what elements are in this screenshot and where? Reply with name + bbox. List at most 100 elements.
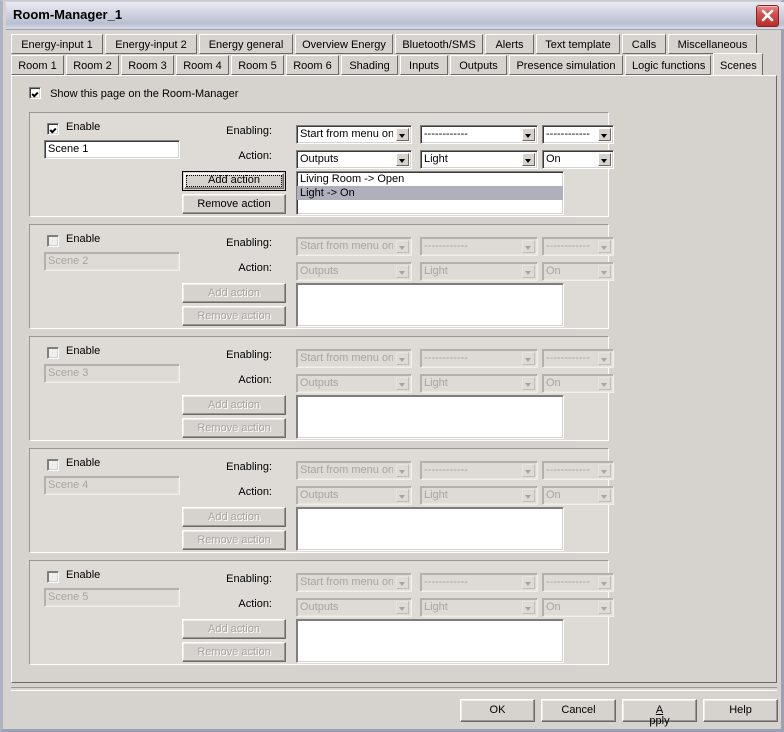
tab-room-2[interactable]: Room 2 xyxy=(66,55,119,75)
enabling-combo-3[interactable]: ------------ xyxy=(542,349,614,368)
scene-enable-checkbox[interactable] xyxy=(47,235,59,247)
action-combo-1[interactable]: Outputs xyxy=(296,486,412,505)
tab-energy-general[interactable]: Energy general xyxy=(199,34,293,54)
apply-button[interactable]: Apply xyxy=(622,699,697,727)
tab-room-6[interactable]: Room 6 xyxy=(286,55,339,75)
chevron-down-icon[interactable] xyxy=(522,464,535,477)
chevron-down-icon[interactable] xyxy=(598,240,611,253)
remove-action-button[interactable]: Remove action xyxy=(182,418,286,438)
chevron-down-icon[interactable] xyxy=(396,377,409,390)
chevron-down-icon[interactable] xyxy=(598,265,611,278)
enabling-combo-3[interactable]: ------------ xyxy=(542,461,614,480)
scene-name-input[interactable]: Scene 2 xyxy=(44,252,180,271)
list-item[interactable]: Living Room -> Open xyxy=(297,172,563,186)
chevron-down-icon[interactable] xyxy=(522,352,535,365)
tab-energy-input-1[interactable]: Energy-input 1 xyxy=(11,34,103,54)
chevron-down-icon[interactable] xyxy=(598,601,611,614)
list-item[interactable]: Light -> On xyxy=(297,186,563,200)
chevron-down-icon[interactable] xyxy=(598,128,611,141)
chevron-down-icon[interactable] xyxy=(522,240,535,253)
action-combo-1[interactable]: Outputs xyxy=(296,262,412,281)
tab-room-3[interactable]: Room 3 xyxy=(121,55,174,75)
enabling-combo-2[interactable]: ------------ xyxy=(420,349,538,368)
scene-name-input[interactable]: Scene 4 xyxy=(44,476,180,495)
action-combo-2[interactable]: Light xyxy=(420,262,538,281)
tab-room-4[interactable]: Room 4 xyxy=(176,55,229,75)
actions-listbox[interactable]: Living Room -> Open Light -> On xyxy=(296,171,564,215)
add-action-button[interactable]: Add action xyxy=(182,171,286,191)
tab-miscellaneous[interactable]: Miscellaneous xyxy=(668,34,757,54)
scene-name-input[interactable]: Scene 1 xyxy=(44,140,180,159)
enabling-combo-2[interactable]: ------------ xyxy=(420,461,538,480)
show-page-checkbox[interactable] xyxy=(29,87,41,99)
tab-bluetooth-sms[interactable]: Bluetooth/SMS xyxy=(395,34,483,54)
enabling-combo-2[interactable]: ------------ xyxy=(420,237,538,256)
cancel-button[interactable]: Cancel xyxy=(541,699,616,722)
tab-room-1[interactable]: Room 1 xyxy=(11,55,64,75)
chevron-down-icon[interactable] xyxy=(396,601,409,614)
close-icon[interactable] xyxy=(756,5,779,27)
action-combo-2[interactable]: Light xyxy=(420,374,538,393)
enabling-combo-1[interactable]: Start from menu on xyxy=(296,573,412,592)
enabling-combo-1[interactable]: Start from menu on xyxy=(296,349,412,368)
chevron-down-icon[interactable] xyxy=(522,601,535,614)
chevron-down-icon[interactable] xyxy=(396,464,409,477)
ok-button[interactable]: OK xyxy=(460,699,535,722)
enabling-combo-1[interactable]: Start from menu on xyxy=(296,461,412,480)
tab-overview-energy[interactable]: Overview Energy xyxy=(295,34,393,54)
tab-scenes[interactable]: Scenes xyxy=(713,53,763,75)
chevron-down-icon[interactable] xyxy=(396,576,409,589)
actions-listbox[interactable] xyxy=(296,395,564,439)
action-combo-2[interactable]: Light xyxy=(420,486,538,505)
action-combo-3[interactable]: On xyxy=(542,374,614,393)
tab-alerts[interactable]: Alerts xyxy=(485,34,534,54)
remove-action-button[interactable]: Remove action xyxy=(182,306,286,326)
action-combo-2[interactable]: Light xyxy=(420,598,538,617)
enabling-combo-3[interactable]: ------------ xyxy=(542,125,614,144)
add-action-button[interactable]: Add action xyxy=(182,395,286,415)
enabling-combo-3[interactable]: ------------ xyxy=(542,573,614,592)
action-combo-3[interactable]: On xyxy=(542,150,614,169)
tab-text-template[interactable]: Text template xyxy=(536,34,620,54)
chevron-down-icon[interactable] xyxy=(598,576,611,589)
chevron-down-icon[interactable] xyxy=(598,464,611,477)
action-combo-1[interactable]: Outputs xyxy=(296,150,412,169)
chevron-down-icon[interactable] xyxy=(396,153,409,166)
remove-action-button[interactable]: Remove action xyxy=(182,530,286,550)
enabling-combo-3[interactable]: ------------ xyxy=(542,237,614,256)
actions-listbox[interactable] xyxy=(296,619,564,663)
scene-name-input[interactable]: Scene 3 xyxy=(44,364,180,383)
chevron-down-icon[interactable] xyxy=(396,352,409,365)
action-combo-1[interactable]: Outputs xyxy=(296,374,412,393)
action-combo-1[interactable]: Outputs xyxy=(296,598,412,617)
scene-enable-checkbox[interactable] xyxy=(47,459,59,471)
help-button[interactable]: Help xyxy=(703,699,778,722)
enabling-combo-2[interactable]: ------------ xyxy=(420,573,538,592)
enabling-combo-1[interactable]: Start from menu on xyxy=(296,237,412,256)
chevron-down-icon[interactable] xyxy=(522,377,535,390)
scene-enable-checkbox[interactable] xyxy=(47,123,59,135)
scene-name-input[interactable]: Scene 5 xyxy=(44,588,180,607)
chevron-down-icon[interactable] xyxy=(396,489,409,502)
tab-logic-functions[interactable]: Logic functions xyxy=(625,55,711,75)
tab-outputs[interactable]: Outputs xyxy=(450,55,507,75)
chevron-down-icon[interactable] xyxy=(396,128,409,141)
actions-listbox[interactable] xyxy=(296,507,564,551)
chevron-down-icon[interactable] xyxy=(396,240,409,253)
action-combo-3[interactable]: On xyxy=(542,262,614,281)
chevron-down-icon[interactable] xyxy=(522,265,535,278)
tab-shading[interactable]: Shading xyxy=(341,55,398,75)
chevron-down-icon[interactable] xyxy=(598,153,611,166)
action-combo-2[interactable]: Light xyxy=(420,150,538,169)
chevron-down-icon[interactable] xyxy=(396,265,409,278)
action-combo-3[interactable]: On xyxy=(542,598,614,617)
tab-calls[interactable]: Calls xyxy=(622,34,666,54)
chevron-down-icon[interactable] xyxy=(522,153,535,166)
chevron-down-icon[interactable] xyxy=(598,377,611,390)
chevron-down-icon[interactable] xyxy=(522,128,535,141)
scene-enable-checkbox[interactable] xyxy=(47,571,59,583)
remove-action-button[interactable]: Remove action xyxy=(182,642,286,662)
tab-room-5[interactable]: Room 5 xyxy=(231,55,284,75)
chevron-down-icon[interactable] xyxy=(522,576,535,589)
remove-action-button[interactable]: Remove action xyxy=(182,194,286,214)
